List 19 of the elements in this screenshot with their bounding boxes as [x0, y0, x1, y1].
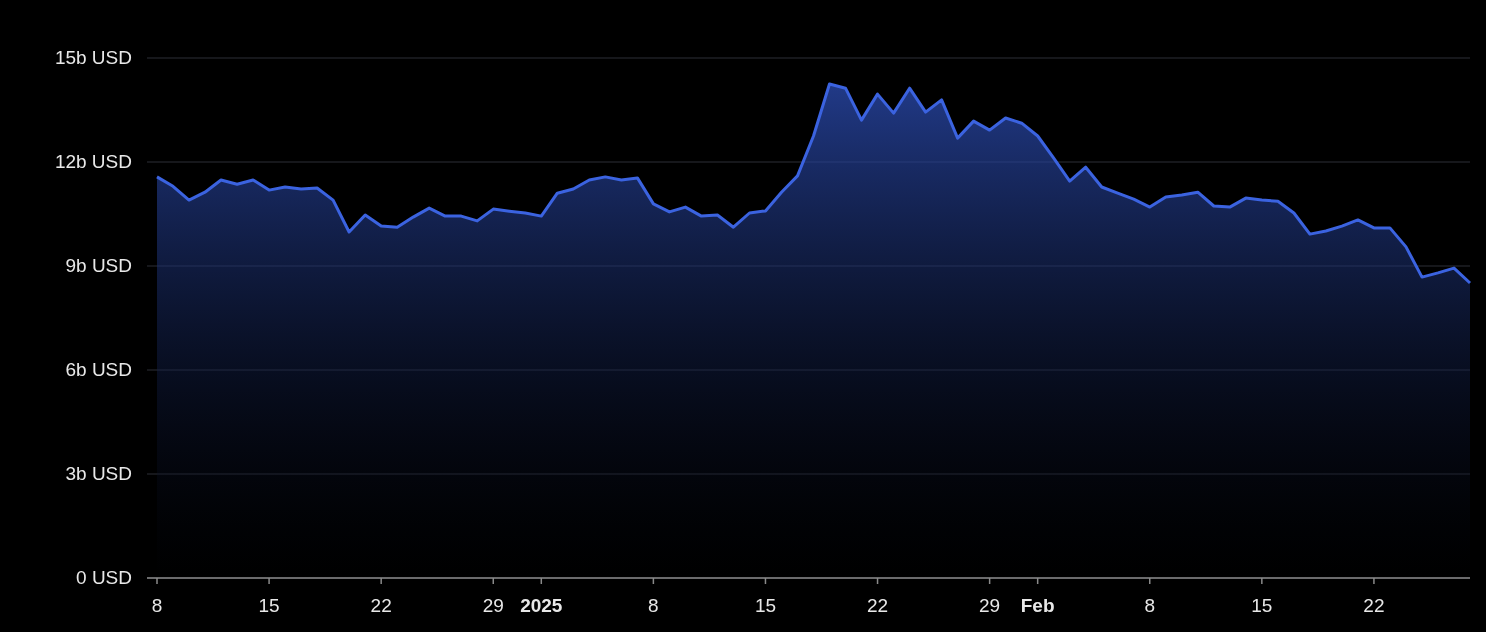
x-axis-label: 22: [370, 594, 392, 618]
x-axis-label: 15: [754, 594, 776, 618]
x-axis-label: 15: [258, 594, 280, 618]
x-axis-label: 8: [151, 594, 163, 618]
x-axis-label: 22: [1363, 594, 1385, 618]
y-axis-label: 6b USD: [65, 358, 132, 382]
x-axis-label: 29: [979, 594, 1001, 618]
y-axis-label: 3b USD: [65, 462, 132, 486]
y-axis-label: 12b USD: [54, 150, 132, 174]
y-axis-label: 0 USD: [76, 566, 132, 590]
y-axis-label: 15b USD: [54, 46, 132, 70]
x-axis-label: 15: [1251, 594, 1273, 618]
x-axis-label: 8: [1144, 594, 1156, 618]
x-axis-label: 2025: [520, 594, 563, 618]
x-axis-label: Feb: [1020, 594, 1055, 618]
x-axis-label: 22: [867, 594, 889, 618]
x-axis-label: 8: [648, 594, 659, 618]
y-axis-label: 9b USD: [65, 254, 132, 278]
x-axis-label: 29: [482, 594, 504, 618]
